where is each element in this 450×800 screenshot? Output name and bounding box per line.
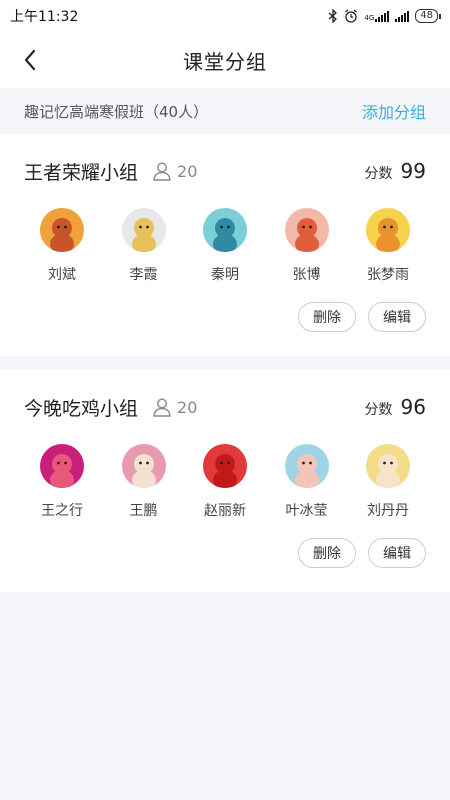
avatar-character-icon <box>213 218 237 252</box>
member-name: 张梦雨 <box>367 267 409 283</box>
avatar <box>203 444 247 488</box>
member-item[interactable]: 赵丽新 <box>195 444 255 520</box>
score: 分数 96 <box>365 395 426 419</box>
group-header: 王者荣耀小组 20 分数 99 <box>24 134 426 208</box>
avatar <box>121 208 166 252</box>
add-group-button[interactable]: 添加分组 <box>362 99 426 123</box>
avatar-character-icon <box>50 454 74 488</box>
group-name: 今晚吃鸡小组 <box>24 397 139 420</box>
member-name: 王鹏 <box>129 503 158 519</box>
status-time: 上午11:32 <box>10 9 79 25</box>
member-item[interactable]: 李霞 <box>114 208 174 284</box>
group-card: 今晚吃鸡小组 20 分数 96 王之行 王鹏 赵丽新 叶冰莹 刘丹丹 删除 编辑 <box>0 370 450 592</box>
group-header: 今晚吃鸡小组 20 分数 96 <box>24 370 426 444</box>
status-bar: 上午11:32 4G 48 <box>0 0 450 32</box>
battery-icon: 48 <box>415 9 441 23</box>
member-name: 刘丹丹 <box>367 503 409 519</box>
status-icons: 4G 48 <box>328 9 441 23</box>
class-name: 趣记忆高端寒假班（40人） <box>24 102 209 121</box>
member-name: 叶冰莹 <box>285 503 328 519</box>
score: 分数 99 <box>365 159 426 183</box>
avatar <box>366 208 410 252</box>
avatar-character-icon <box>294 454 319 488</box>
member-item[interactable]: 张博 <box>277 208 337 284</box>
group-actions: 删除 编辑 <box>24 284 426 356</box>
avatar-character-icon <box>376 454 400 488</box>
cellular-signal-icon: 4G <box>364 10 390 22</box>
group-card: 王者荣耀小组 20 分数 99 刘斌 李霞 秦明 张博 张梦雨 删除 编辑 <box>0 134 450 356</box>
score-label: 分数 <box>364 166 393 182</box>
member-list: 刘斌 李霞 秦明 张博 张梦雨 <box>24 208 426 284</box>
group-list: 王者荣耀小组 20 分数 99 刘斌 李霞 秦明 张博 张梦雨 删除 编辑 今晚… <box>0 134 450 592</box>
back-button[interactable] <box>14 44 46 76</box>
bluetooth-icon <box>328 9 338 23</box>
edit-button[interactable]: 编辑 <box>368 302 426 332</box>
avatar <box>366 444 410 488</box>
group-actions: 删除 编辑 <box>24 520 426 592</box>
avatar-character-icon <box>131 218 156 252</box>
member-list: 王之行 王鹏 赵丽新 叶冰莹 刘丹丹 <box>24 444 426 520</box>
member-count-value: 20 <box>177 397 198 417</box>
member-name: 赵丽新 <box>204 503 246 519</box>
avatar-character-icon <box>131 454 156 488</box>
avatar-character-icon <box>376 218 400 252</box>
chevron-left-icon <box>24 49 36 71</box>
alarm-icon <box>345 9 358 23</box>
member-count-value: 20 <box>177 161 198 181</box>
avatar <box>284 208 329 252</box>
member-item[interactable]: 王鹏 <box>114 444 174 520</box>
edit-button[interactable]: 编辑 <box>368 538 426 568</box>
delete-button[interactable]: 删除 <box>298 538 356 568</box>
page-title: 课堂分组 <box>183 49 267 74</box>
avatar-character-icon <box>213 454 237 488</box>
avatar-character-icon <box>50 218 74 252</box>
member-item[interactable]: 秦明 <box>195 208 255 284</box>
member-item[interactable]: 刘丹丹 <box>358 444 418 520</box>
avatar <box>203 208 247 252</box>
avatar <box>121 444 166 488</box>
nav-bar: 课堂分组 <box>0 32 450 88</box>
network-type: 4G <box>364 13 375 22</box>
group-name: 王者荣耀小组 <box>24 161 139 184</box>
class-bar: 趣记忆高端寒假班（40人） 添加分组 <box>0 88 450 134</box>
score-value: 96 <box>400 395 426 419</box>
cellular-signal-2-icon <box>395 10 410 22</box>
member-item[interactable]: 叶冰莹 <box>277 444 337 520</box>
score-value: 99 <box>400 159 426 183</box>
member-name: 张博 <box>292 267 321 283</box>
avatar <box>40 208 84 252</box>
member-name: 王之行 <box>41 503 83 519</box>
member-name: 秦明 <box>211 267 239 283</box>
member-count: 20 <box>152 161 197 181</box>
member-item[interactable]: 王之行 <box>32 444 92 520</box>
member-item[interactable]: 刘斌 <box>32 208 92 284</box>
member-count: 20 <box>152 397 197 417</box>
member-name: 刘斌 <box>48 267 76 283</box>
person-icon <box>153 162 171 181</box>
avatar <box>284 444 329 488</box>
avatar-character-icon <box>294 218 319 252</box>
delete-button[interactable]: 删除 <box>298 302 356 332</box>
score-label: 分数 <box>364 402 393 418</box>
person-icon <box>153 398 171 417</box>
avatar <box>40 444 84 488</box>
member-name: 李霞 <box>129 267 158 283</box>
member-item[interactable]: 张梦雨 <box>358 208 418 284</box>
